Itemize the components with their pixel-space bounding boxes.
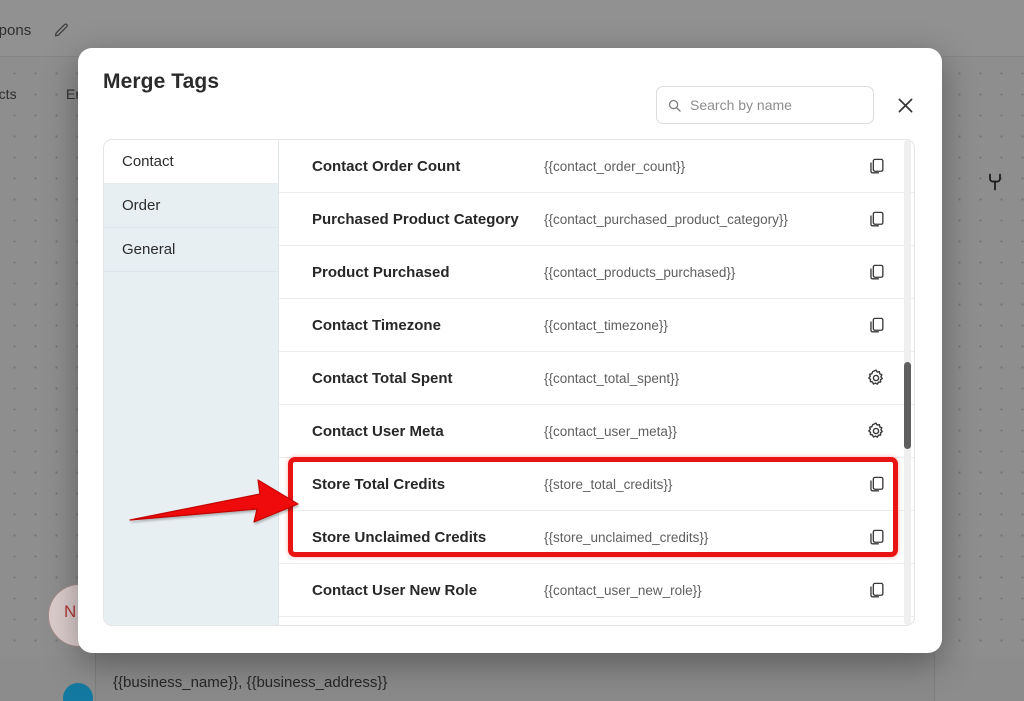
page-title: Merge Tags — [103, 70, 220, 93]
search-field[interactable] — [656, 86, 874, 124]
gear-icon[interactable] — [865, 420, 887, 442]
merge-tag-token: {{contact_user_new_role}} — [544, 582, 702, 598]
merge-tag-name: Contact Total Spent — [312, 369, 453, 387]
merge-tag-token: {{contact_purchased_product_category}} — [544, 211, 788, 227]
copy-icon[interactable] — [865, 314, 887, 336]
copy-icon[interactable] — [865, 208, 887, 230]
search-icon — [667, 98, 682, 113]
tab-contact[interactable]: Contact — [104, 140, 278, 184]
merge-tag-name: Contact User New Role — [312, 581, 478, 599]
scrollbar-thumb[interactable] — [904, 362, 911, 449]
breadcrumb-coupons: oupons — [0, 22, 32, 39]
merge-tag-token: {{store_unclaimed_credits}} — [544, 529, 709, 545]
merge-tag-token: {{contact_timezone}} — [544, 317, 668, 333]
tab-general-label: General — [122, 241, 176, 258]
merge-tags-body: Contact Order General Contact Order Coun… — [103, 139, 915, 626]
table-row[interactable]: Store Unclaimed Credits {{store_unclaime… — [279, 511, 914, 564]
tab-contact-label: Contact — [122, 153, 174, 170]
merge-tag-name: Contact User Meta — [312, 422, 444, 440]
table-row[interactable]: Contact User New Role {{contact_user_new… — [279, 564, 914, 617]
merge-tag-token: {{contact_order_count}} — [544, 158, 686, 174]
merge-tag-token: {{contact_total_spent}} — [544, 370, 680, 386]
nav-item-contacts[interactable]: tacts — [0, 86, 17, 102]
copy-icon[interactable] — [865, 155, 887, 177]
table-row[interactable]: Contact User Meta {{contact_user_meta}} — [279, 405, 914, 458]
merge-tag-name: Purchased Product Category — [312, 210, 519, 228]
table-row[interactable]: Contact Total Spent {{contact_total_spen… — [279, 352, 914, 405]
merge-tag-name: Store Unclaimed Credits — [312, 528, 487, 546]
workflow-node-letter: N — [64, 602, 77, 621]
merge-tag-name: Contact Timezone — [312, 316, 441, 334]
copy-icon[interactable] — [865, 261, 887, 283]
tab-order[interactable]: Order — [104, 184, 278, 228]
branch-fork-icon — [985, 172, 1005, 192]
tab-general[interactable]: General — [104, 228, 278, 272]
table-row[interactable]: Contact Timezone {{contact_timezone}} — [279, 299, 914, 352]
merge-tag-token: {{contact_products_purchased}} — [544, 264, 736, 280]
copy-icon[interactable] — [865, 526, 887, 548]
merge-tag-name: Contact Order Count — [312, 157, 461, 175]
modal-header: Merge Tags — [78, 48, 942, 124]
table-row[interactable]: Product Purchased {{contact_products_pur… — [279, 246, 914, 299]
gear-icon[interactable] — [865, 367, 887, 389]
merge-tag-list: Contact Order Count {{contact_order_coun… — [279, 140, 914, 625]
tab-order-label: Order — [122, 197, 161, 214]
merge-tag-token: {{store_total_credits}} — [544, 476, 673, 492]
copy-icon[interactable] — [865, 579, 887, 601]
close-icon[interactable] — [888, 88, 922, 122]
pencil-icon[interactable] — [53, 22, 70, 39]
email-footer-text: {{business_name}}, {{business_address}} — [113, 674, 388, 691]
workflow-node-dot[interactable] — [63, 683, 93, 701]
copy-icon[interactable] — [865, 473, 887, 495]
merge-tag-name: Store Total Credits — [312, 475, 446, 493]
table-row[interactable]: Store Total Credits {{store_total_credit… — [279, 458, 914, 511]
merge-tag-name: Product Purchased — [312, 263, 450, 281]
merge-tag-token: {{contact_user_meta}} — [544, 423, 677, 439]
category-tab-list: Contact Order General — [104, 140, 279, 625]
table-row[interactable]: Purchased Product Category {{contact_pur… — [279, 193, 914, 246]
table-row[interactable]: Contact Order Count {{contact_order_coun… — [279, 140, 914, 193]
merge-tags-modal: Merge Tags Contact Order — [78, 48, 942, 653]
search-input[interactable] — [690, 97, 863, 113]
